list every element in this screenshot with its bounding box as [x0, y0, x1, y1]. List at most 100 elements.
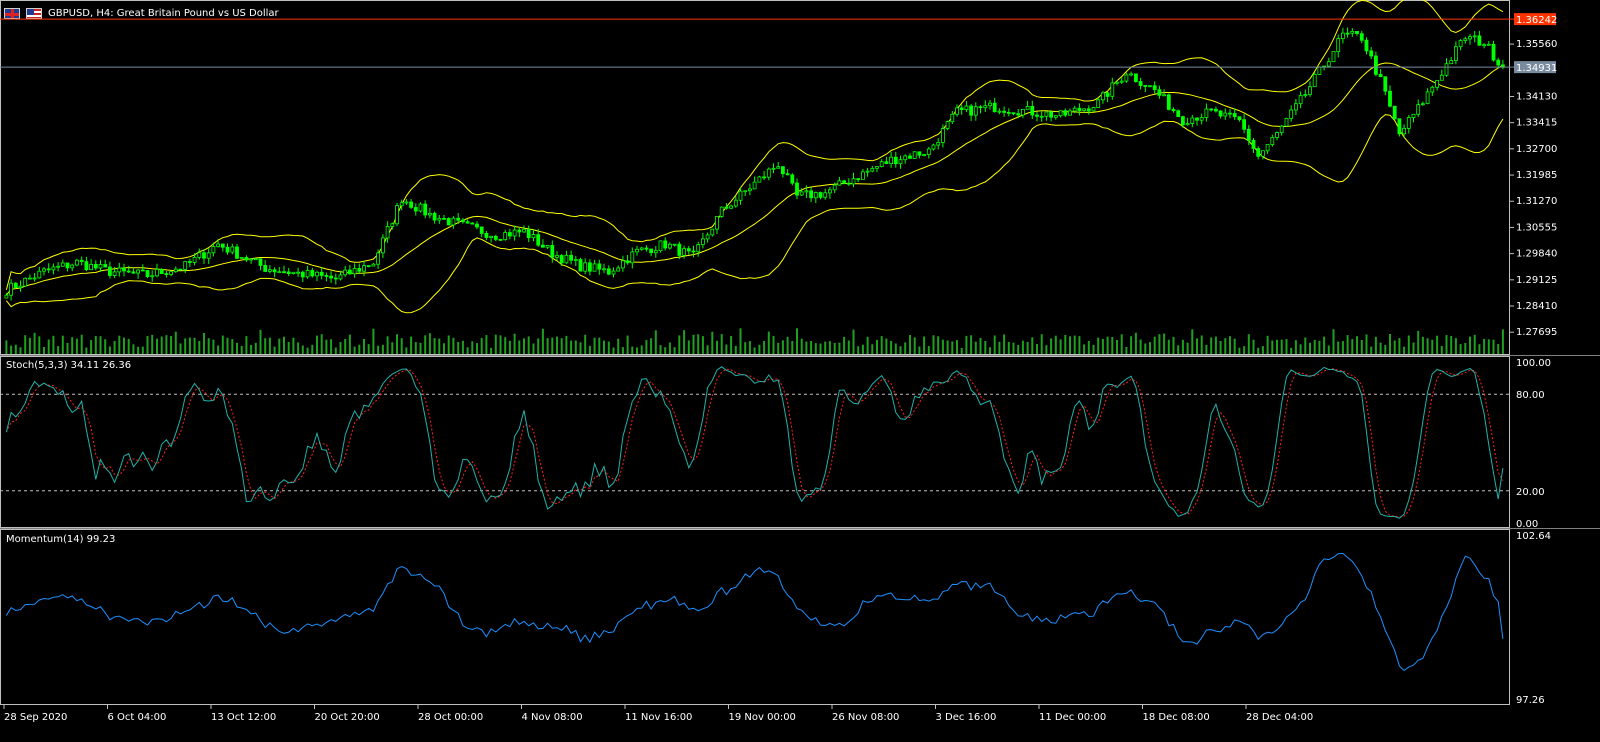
volume-bar: [546, 338, 549, 354]
volume-bar: [1036, 344, 1038, 354]
volume-bar: [301, 345, 304, 354]
volume-bar: [203, 333, 205, 354]
candle-body: [649, 248, 653, 254]
candle-body: [832, 184, 837, 191]
candle-body: [677, 243, 682, 256]
candle-body: [13, 282, 18, 289]
candle-body: [249, 258, 254, 261]
volume-bar: [1346, 335, 1349, 354]
candle-body: [1298, 95, 1303, 105]
candle-body: [18, 285, 23, 289]
candle-body: [192, 256, 197, 263]
volume-bar: [19, 347, 22, 354]
candle-body: [983, 105, 988, 109]
volume-bar: [678, 335, 681, 354]
candle-body: [1072, 107, 1077, 112]
volume-bar: [1323, 336, 1326, 354]
volume-bar: [221, 335, 224, 354]
volume-bar: [1426, 338, 1429, 354]
candle-body: [1237, 116, 1242, 121]
candle-body: [347, 269, 352, 275]
candle-body: [630, 251, 635, 264]
candle-body: [263, 264, 268, 272]
candle-body: [602, 268, 606, 271]
volume-bar: [419, 342, 422, 354]
candle-body: [564, 254, 569, 264]
candle-body: [437, 217, 442, 221]
candle-body: [1256, 148, 1261, 157]
volume-bar: [75, 338, 78, 354]
candle-body: [155, 268, 159, 277]
volume-bar: [603, 340, 605, 354]
candle-body: [206, 252, 211, 259]
volume-bar: [833, 343, 836, 354]
candle-body: [992, 102, 997, 112]
candle-body: [686, 248, 691, 252]
volume-bar: [447, 335, 450, 354]
volume-bar: [1294, 340, 1297, 354]
volume-bar: [174, 331, 177, 354]
candle-body: [9, 282, 14, 296]
volume-bar: [1078, 336, 1081, 354]
price-tick-label: 1.29840: [1516, 249, 1557, 260]
candle-body: [1308, 86, 1312, 95]
volume-bar: [372, 328, 375, 354]
volume-bar: [1116, 340, 1118, 354]
volume-bar: [838, 342, 841, 354]
volume-bar: [85, 347, 88, 354]
volume-bar: [1196, 338, 1198, 354]
bollinger-upper-line: [5, 0, 1504, 290]
candle-body: [1209, 108, 1214, 111]
candle-body: [969, 105, 973, 116]
candle-body: [1303, 94, 1308, 96]
candle-body: [98, 264, 103, 269]
candle-body: [606, 268, 611, 275]
volume-bar: [664, 347, 667, 354]
candle-body: [663, 240, 668, 249]
volume-bar: [1149, 342, 1151, 354]
volume-bar: [1050, 338, 1053, 354]
candle-body: [611, 270, 616, 275]
volume-bar: [683, 330, 686, 354]
volume-bar: [1012, 342, 1015, 354]
volume-bar: [1341, 341, 1344, 354]
momentum-tick-label: 97.26: [1516, 695, 1545, 706]
candle-body: [1166, 94, 1171, 110]
volume-bar: [1120, 334, 1123, 354]
volume-bar: [1003, 334, 1006, 354]
volume-bar: [1337, 341, 1340, 354]
candle-body: [1096, 99, 1101, 108]
time-axis-label: 11 Dec 00:00: [1039, 712, 1106, 723]
candle-body: [1388, 90, 1392, 107]
candle-body: [785, 173, 790, 176]
candle-body: [644, 247, 649, 250]
candle-body: [616, 267, 621, 272]
candle-body: [390, 223, 395, 227]
volume-bar: [1360, 340, 1363, 354]
price-tick-label: 1.35560: [1516, 39, 1557, 50]
momentum-tick-label: 102.64: [1516, 531, 1551, 542]
candle-body: [1176, 110, 1181, 117]
candle-body: [1063, 110, 1068, 116]
candle-body: [559, 255, 564, 264]
volume-bar: [1054, 335, 1057, 354]
volume-bar: [1106, 336, 1109, 354]
candle-body: [1195, 117, 1199, 121]
candle-body: [512, 229, 517, 237]
volume-bar: [1398, 338, 1401, 354]
candle-body: [324, 274, 329, 277]
volume-bar: [541, 328, 544, 354]
volume-bar: [1069, 336, 1071, 354]
chart-canvas[interactable]: 1.35560 1.34130 1.33415 1.32700 1.31985 1.312…: [0, 0, 1600, 742]
candle-body: [32, 277, 37, 280]
volume-bar: [391, 342, 394, 354]
candle-body: [42, 268, 46, 272]
volume-bar: [1290, 347, 1293, 354]
volume-bar: [377, 345, 380, 354]
volume-bar: [1473, 334, 1476, 354]
volume-bar: [250, 345, 253, 354]
volume-bar: [438, 338, 441, 354]
price-tick-label: 1.31985: [1516, 170, 1557, 181]
volume-bar: [871, 344, 874, 354]
volume-bar: [1247, 334, 1250, 354]
